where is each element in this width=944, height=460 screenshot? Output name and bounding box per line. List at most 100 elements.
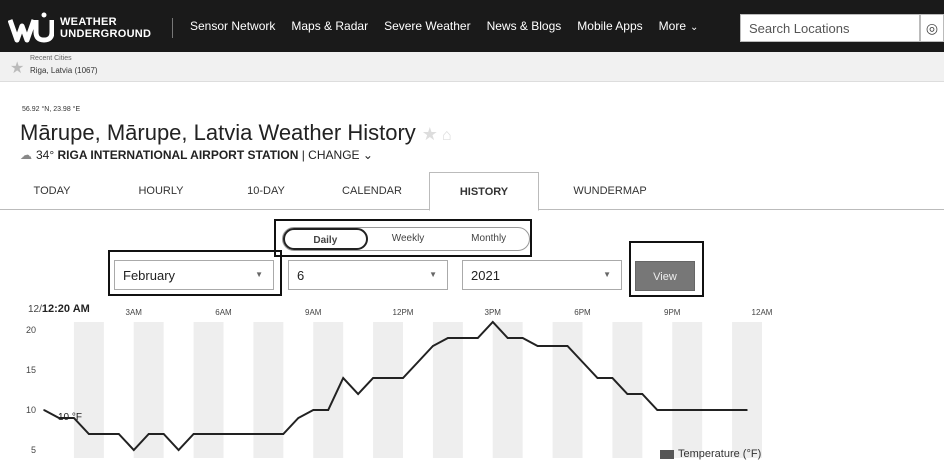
- temperature-point: [372, 377, 374, 379]
- hour-band: [253, 322, 284, 458]
- chevron-down-icon: ⌄: [362, 148, 373, 162]
- search-locations-input[interactable]: Search Locations: [740, 14, 920, 42]
- temperature-point: [252, 433, 255, 435]
- x-tick-label: 9AM: [305, 308, 322, 317]
- temperature-point: [297, 417, 300, 419]
- temperature-point: [117, 433, 120, 435]
- weather-underground-logo[interactable]: WEATHER UNDERGROUND: [8, 8, 168, 48]
- temperature-point: [656, 409, 659, 411]
- temperature-point: [387, 377, 389, 379]
- nav-maps-radar[interactable]: Maps & Radar: [283, 19, 376, 33]
- tab-10-day[interactable]: 10-DAY: [226, 172, 306, 210]
- temperature-point: [701, 409, 703, 411]
- station-name: RIGA INTERNATIONAL AIRPORT STATION: [57, 148, 299, 162]
- tab-today[interactable]: TODAY: [10, 172, 94, 210]
- temperature-point: [731, 409, 733, 411]
- recent-cities-bar: ★ Recent Cities Riga, Latvia (1067): [0, 52, 944, 82]
- temperature-point: [432, 345, 434, 347]
- recent-cities-label: Recent Cities: [30, 55, 72, 62]
- month-select[interactable]: February ▼: [114, 260, 274, 290]
- temperature-point: [237, 433, 240, 435]
- temperature-point: [671, 409, 674, 411]
- hour-band: [432, 322, 463, 458]
- tab-history[interactable]: HISTORY: [429, 172, 539, 211]
- current-temperature: 34°: [36, 148, 55, 162]
- star-icon[interactable]: ★: [10, 58, 24, 78]
- period-monthly[interactable]: Monthly: [448, 228, 529, 250]
- temperature-chart-svg: 5 10 15 20 3AM 6AM 9AM 12PM 3PM 6PM 9PM 12AM 10 °F: [26, 308, 773, 458]
- temperature-point: [491, 321, 494, 323]
- logo-line-2: UNDERGROUND: [60, 28, 152, 40]
- x-tick-label: 9PM: [664, 308, 681, 317]
- temperature-point: [402, 377, 404, 379]
- favorite-star-icon[interactable]: ★: [422, 124, 438, 144]
- nav-sensor-network[interactable]: Sensor Network: [182, 19, 283, 33]
- temperature-point: [177, 449, 180, 451]
- hour-band: [133, 322, 164, 458]
- y-tick-label: 5: [31, 445, 36, 455]
- month-select-value: February: [123, 268, 176, 283]
- period-weekly[interactable]: Weekly: [368, 228, 449, 250]
- temperature-point: [536, 345, 539, 347]
- temperature-point: [566, 345, 569, 347]
- change-station-link[interactable]: | CHANGE ⌄: [302, 148, 373, 162]
- tab-hourly[interactable]: HOURLY: [116, 172, 206, 210]
- temperature-point: [88, 433, 90, 435]
- x-tick-label: 3AM: [126, 308, 143, 317]
- home-icon[interactable]: ⌂: [442, 127, 452, 144]
- nav-news-blogs[interactable]: News & Blogs: [479, 19, 570, 33]
- temperature-point: [327, 409, 330, 411]
- temperature-point: [581, 361, 584, 363]
- tab-calendar[interactable]: CALENDAR: [322, 172, 422, 210]
- temperature-point: [132, 449, 135, 451]
- y-tick-label: 10: [26, 405, 36, 415]
- nav-mobile-apps[interactable]: Mobile Apps: [569, 19, 650, 33]
- temperature-point: [506, 337, 509, 339]
- temperature-point: [746, 409, 748, 411]
- tab-wundermap[interactable]: WUNDERMAP: [560, 172, 660, 210]
- recent-city-link[interactable]: Riga, Latvia (1067): [30, 66, 98, 75]
- temperature-point: [417, 361, 419, 363]
- x-tick-label: 3PM: [485, 308, 502, 317]
- x-tick-label: 12AM: [752, 308, 773, 317]
- y-tick-label: 15: [26, 365, 36, 375]
- year-select[interactable]: 2021 ▼: [462, 260, 622, 290]
- day-select-value: 6: [297, 268, 305, 283]
- station-info: ☁ 34° RIGA INTERNATIONAL AIRPORT STATION …: [20, 148, 373, 162]
- temperature-point: [686, 409, 689, 411]
- day-select[interactable]: 6 ▼: [288, 260, 448, 290]
- hour-band: [612, 322, 643, 458]
- hour-band: [492, 322, 523, 458]
- crosshair-icon[interactable]: ◎: [920, 14, 944, 42]
- top-navigation-bar: WEATHER UNDERGROUND Sensor Network Maps …: [0, 0, 944, 52]
- y-tick-label: 20: [26, 325, 36, 335]
- main-nav-menu: Sensor Network Maps & Radar Severe Weath…: [182, 0, 706, 52]
- temperature-point: [222, 433, 225, 435]
- page-title-text: Mārupe, Mārupe, Latvia Weather History: [20, 120, 416, 145]
- cloud-icon: ☁: [20, 148, 32, 162]
- x-tick-label: 6PM: [574, 308, 591, 317]
- temperature-point: [147, 433, 150, 435]
- hour-band: [73, 322, 104, 458]
- hour-band: [193, 322, 224, 458]
- temperature-point: [447, 337, 449, 339]
- hour-band: [552, 322, 583, 458]
- logo-line-1: WEATHER: [60, 16, 117, 28]
- period-daily[interactable]: Daily: [283, 228, 368, 250]
- logo-wordmark: WEATHER UNDERGROUND: [60, 16, 151, 40]
- hour-band: [373, 322, 403, 458]
- temperature-point: [462, 337, 464, 339]
- nav-severe-weather[interactable]: Severe Weather: [376, 19, 479, 33]
- temperature-point: [716, 409, 718, 411]
- view-button[interactable]: View: [635, 261, 695, 291]
- x-tick-label: 6AM: [215, 308, 232, 317]
- chevron-down-icon: ⌄: [690, 22, 699, 33]
- temperature-point: [282, 433, 285, 435]
- temperature-point: [267, 433, 270, 435]
- nav-more-menu[interactable]: More ⌄: [651, 19, 707, 33]
- temperature-point: [43, 409, 45, 411]
- current-temp-label: 10 °F: [58, 412, 82, 423]
- hour-band: [732, 322, 762, 458]
- forecast-tabs: TODAY HOURLY 10-DAY CALENDAR HISTORY WUN…: [0, 172, 944, 211]
- temperature-point: [596, 377, 599, 379]
